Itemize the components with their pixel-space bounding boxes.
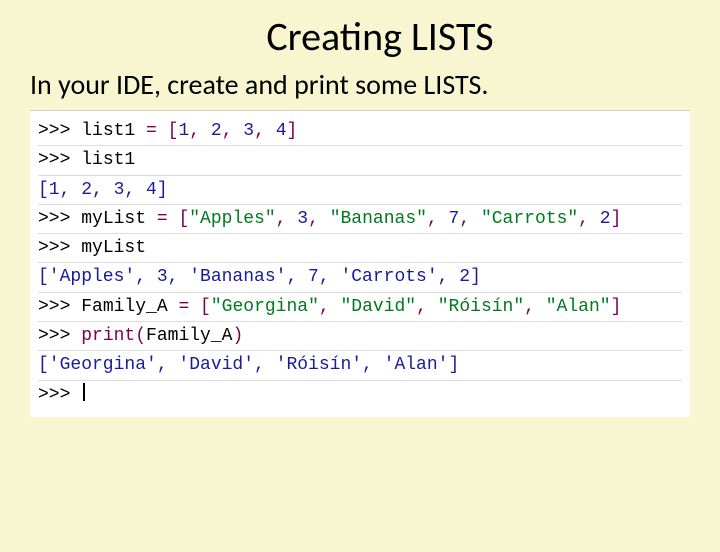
output-line: [1, 2, 3, 4] [38,176,682,205]
comma: , [276,209,298,229]
number-literal: 2 [211,121,222,141]
output-line: ['Apples', 3, 'Bananas', 7, 'Carrots', 2… [38,263,682,292]
string-literal: "Alan" [546,297,611,317]
comma: , [524,297,546,317]
number-literal: 2 [600,209,611,229]
code-line: >>> myList = ["Apples", 3, "Bananas", 7,… [38,205,682,234]
code-line: >>> list1 [38,146,682,175]
bracket-close: ] [611,209,622,229]
bracket-open: [ [200,297,211,317]
identifier: Family_A [81,297,167,317]
bracket-open: [ [168,121,179,141]
comma: , [319,297,341,317]
cursor-icon [83,383,85,401]
number-literal: 4 [276,121,287,141]
output-line: ['Georgina', 'David', 'Róisín', 'Alan'] [38,351,682,380]
identifier: list1 [81,150,135,170]
string-literal: "David" [341,297,417,317]
bracket-open: [ [178,209,189,229]
slide: Creating LISTS In your IDE, create and p… [0,12,720,552]
prompt-icon: >>> [38,209,70,229]
slide-subtitle: In your IDE, create and print some LISTS… [30,67,720,102]
comma: , [189,121,211,141]
identifier: myList [81,209,146,229]
paren-open: ( [135,326,146,346]
code-line: >>> print(Family_A) [38,322,682,351]
bracket-close: ] [611,297,622,317]
string-literal: "Róisín" [438,297,524,317]
comma: , [578,209,600,229]
number-literal: 7 [449,209,460,229]
string-literal: "Carrots" [481,209,578,229]
identifier: list1 [81,121,135,141]
number-literal: 3 [243,121,254,141]
prompt-icon: >>> [38,238,70,258]
string-literal: "Bananas" [330,209,427,229]
code-line: >>> list1 = [1, 2, 3, 4] [38,117,682,146]
number-literal: 3 [297,209,308,229]
output-text: [1, 2, 3, 4] [38,180,168,200]
string-literal: "Apples" [189,209,275,229]
prompt-icon: >>> [38,150,70,170]
function-name: print [81,326,135,346]
number-literal: 1 [178,121,189,141]
slide-title: Creating LISTS [0,12,720,61]
bracket-close: ] [287,121,298,141]
code-line: >>> myList [38,234,682,263]
identifier: Family_A [146,326,232,346]
code-line: >>> [38,381,682,409]
prompt-icon: >>> [38,121,70,141]
operator: = [135,121,167,141]
string-literal: "Georgina" [211,297,319,317]
operator: = [168,297,200,317]
comma: , [308,209,330,229]
comma: , [459,209,481,229]
comma: , [254,121,276,141]
prompt-icon: >>> [38,326,70,346]
identifier: myList [81,238,146,258]
comma: , [222,121,244,141]
code-line: >>> Family_A = ["Georgina", "David", "Ró… [38,293,682,322]
prompt-icon: >>> [38,297,70,317]
prompt-icon: >>> [38,385,70,405]
output-text: ['Georgina', 'David', 'Róisín', 'Alan'] [38,355,459,375]
output-text: ['Apples', 3, 'Bananas', 7, 'Carrots', 2… [38,267,481,287]
comma: , [427,209,449,229]
comma: , [416,297,438,317]
paren-close: ) [232,326,243,346]
operator: = [146,209,178,229]
python-console: >>> list1 = [1, 2, 3, 4] >>> list1 [1, 2… [30,110,690,417]
